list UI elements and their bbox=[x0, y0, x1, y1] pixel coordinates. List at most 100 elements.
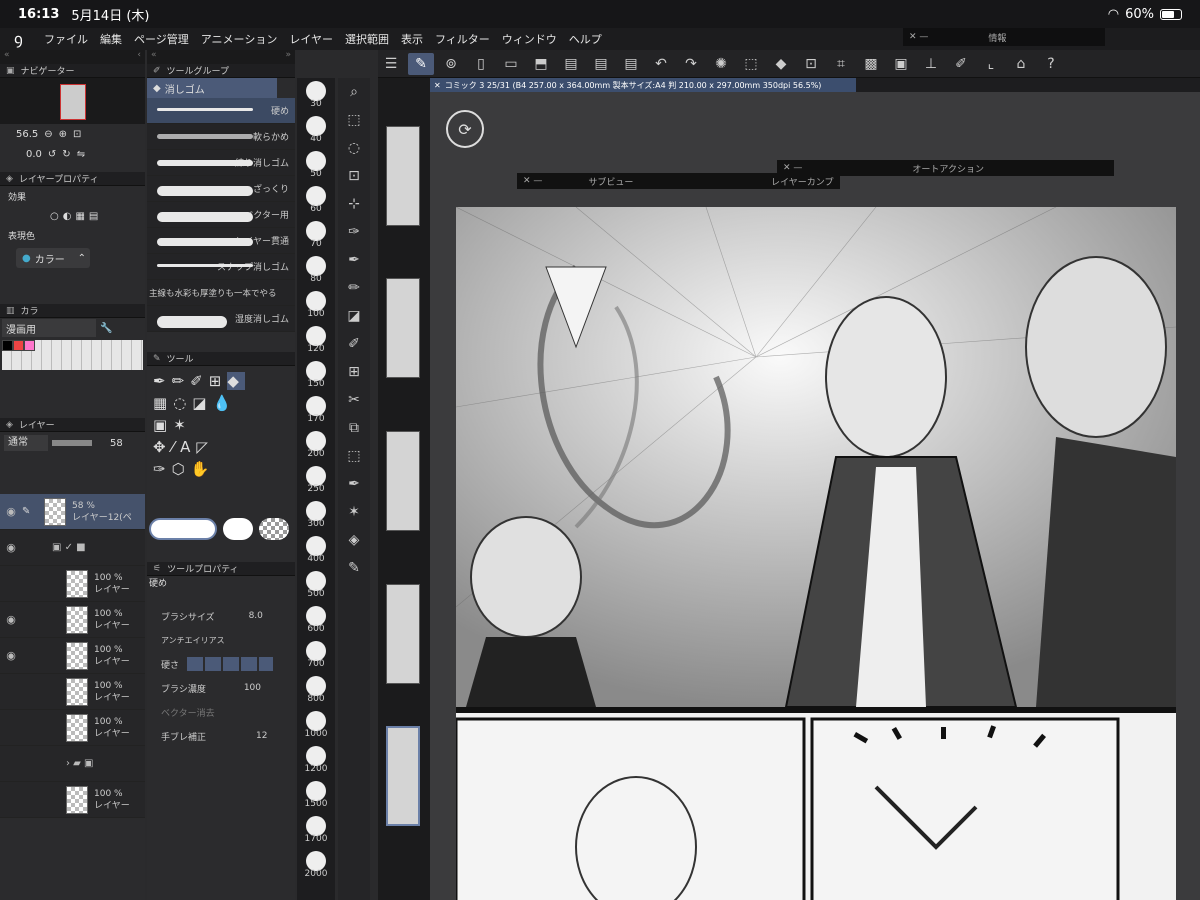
size-item[interactable]: 170 bbox=[297, 393, 335, 428]
eye-icon[interactable]: ◉ bbox=[0, 613, 22, 626]
size-item[interactable]: 150 bbox=[297, 358, 335, 393]
learn-icon[interactable]: ⌂ bbox=[1008, 53, 1034, 75]
menu-edit[interactable]: 編集 bbox=[100, 31, 122, 47]
pen2-icon[interactable]: ✒ bbox=[338, 470, 370, 498]
size-item[interactable]: 250 bbox=[297, 463, 335, 498]
lasso-icon[interactable]: ◌ bbox=[338, 134, 370, 162]
close-icon[interactable]: ✕ — bbox=[909, 32, 928, 42]
auto-select-icon[interactable]: ⊡ bbox=[338, 162, 370, 190]
new-file-icon[interactable]: ▯ bbox=[468, 53, 494, 75]
cut-icon[interactable]: ✂ bbox=[338, 386, 370, 414]
brush-item[interactable]: 硬め bbox=[147, 98, 295, 124]
stabilization-value[interactable]: 12 bbox=[256, 731, 267, 741]
manga-page[interactable] bbox=[454, 206, 1177, 900]
canvas-area[interactable]: ⟳ bbox=[430, 92, 1200, 900]
density-row[interactable]: ブラシ濃度 100 bbox=[147, 676, 295, 700]
opacity-value[interactable]: 58 bbox=[110, 438, 123, 449]
tool-preset[interactable]: 硬め bbox=[147, 576, 295, 604]
brush-item[interactable]: スナップ消しゴム bbox=[147, 254, 295, 280]
redo-icon[interactable]: ↷ bbox=[678, 53, 704, 75]
layer-row[interactable]: ◉ 100 % レイヤー bbox=[0, 602, 145, 638]
frame-icon[interactable]: ⊞ bbox=[209, 372, 228, 390]
size-item[interactable]: 100 bbox=[297, 288, 335, 323]
save-icon[interactable]: ⬒ bbox=[528, 53, 554, 75]
transform-icon[interactable]: ⌗ bbox=[828, 53, 854, 75]
size-item[interactable]: 1200 bbox=[297, 743, 335, 778]
page-thumbnail[interactable] bbox=[386, 584, 420, 684]
clear-icon[interactable]: ⬚ bbox=[738, 53, 764, 75]
pencil-icon[interactable]: ✏ bbox=[172, 372, 191, 390]
export-jpg-icon[interactable]: ▤ bbox=[558, 53, 584, 75]
size-item[interactable]: 500 bbox=[297, 568, 335, 603]
rotate-right-icon[interactable]: ↻ bbox=[62, 149, 70, 160]
brush-item[interactable]: 主線も水彩も厚塗りも一本でやる bbox=[147, 280, 295, 306]
menu-help[interactable]: ヘルプ bbox=[569, 31, 602, 47]
swatch-black[interactable] bbox=[2, 340, 13, 351]
size-item[interactable]: 1700 bbox=[297, 813, 335, 848]
swatch-red[interactable] bbox=[13, 340, 24, 351]
rotate-left-icon[interactable]: ↺ bbox=[48, 149, 56, 160]
brush-item[interactable]: レイヤー貫通 bbox=[147, 228, 295, 254]
tool-grid[interactable]: ✒✏✐⊞◆ ▦◌◪💧 ▣✶ ✥⁄A◸ ✑⬡✋ bbox=[147, 366, 295, 516]
pen-icon[interactable]: ✒ bbox=[153, 372, 172, 390]
select-area-icon[interactable]: ⬚ bbox=[338, 106, 370, 134]
menu-page[interactable]: ページ管理 bbox=[134, 31, 189, 47]
balloon-icon[interactable]: ◸ bbox=[196, 438, 214, 456]
help-icon[interactable]: ? bbox=[1038, 53, 1064, 75]
expression-color-select[interactable]: ● カラー ⌃ bbox=[16, 248, 90, 268]
line-icon[interactable]: ⌞ bbox=[978, 53, 1004, 75]
transparent-color-chip[interactable] bbox=[259, 518, 289, 540]
size-item[interactable]: 700 bbox=[297, 638, 335, 673]
page-thumbnail[interactable] bbox=[386, 431, 420, 531]
open-icon[interactable]: ▭ bbox=[498, 53, 524, 75]
selection-icon[interactable]: ⬚ bbox=[338, 442, 370, 470]
brush-size-row[interactable]: ブラシサイズ 8.0 bbox=[147, 604, 295, 628]
app-logo-icon[interactable]: ꝯ bbox=[14, 30, 32, 48]
marker-icon[interactable]: ✎ bbox=[338, 554, 370, 582]
pencil-icon[interactable]: ✏ bbox=[338, 274, 370, 302]
line-icon[interactable]: ⁄ bbox=[172, 438, 181, 456]
lasso-icon[interactable]: ◌ bbox=[173, 394, 192, 412]
eraser-icon[interactable]: ◆ bbox=[227, 372, 245, 390]
layer-row[interactable]: ◉ ✎ 58 % レイヤー12(ペ bbox=[0, 494, 145, 530]
rotation-value[interactable]: 0.0 bbox=[26, 149, 42, 160]
brush-item[interactable]: ざっくり bbox=[147, 176, 295, 202]
subview-window[interactable]: ✕ — サブビュー bbox=[517, 173, 725, 189]
hardness-row[interactable]: 硬さ bbox=[147, 652, 295, 676]
tone-icon[interactable]: ▦ bbox=[153, 394, 173, 412]
page-thumbnail-active[interactable] bbox=[386, 726, 420, 826]
effect-pattern-icon[interactable]: ▦ bbox=[75, 211, 84, 222]
panel-collapse-bar[interactable]: «» bbox=[147, 50, 295, 64]
main-color-chip[interactable] bbox=[149, 518, 217, 540]
eye-icon[interactable]: ◉ bbox=[0, 505, 22, 518]
density-value[interactable]: 100 bbox=[244, 683, 261, 693]
brush-item[interactable]: 湿度消しゴム bbox=[147, 306, 295, 332]
fill-icon[interactable]: ◆ bbox=[768, 53, 794, 75]
brush-icon[interactable]: ✐ bbox=[338, 330, 370, 358]
color-swatches[interactable] bbox=[2, 340, 143, 370]
rotate-reset-icon[interactable]: ⟳ bbox=[446, 110, 484, 148]
menu-window[interactable]: ウィンドウ bbox=[502, 31, 557, 47]
size-item[interactable]: 300 bbox=[297, 498, 335, 533]
fill-icon[interactable]: ◪ bbox=[338, 302, 370, 330]
effect-border-icon[interactable]: ○ bbox=[50, 211, 59, 222]
color-set-select[interactable]: 漫画用 bbox=[2, 319, 96, 337]
page-thumbnail[interactable] bbox=[386, 126, 420, 226]
edit-icon[interactable]: ✎ bbox=[408, 52, 434, 75]
size-item[interactable]: 30 bbox=[297, 78, 335, 113]
size-item[interactable]: 120 bbox=[297, 323, 335, 358]
navigator-preview[interactable] bbox=[0, 78, 145, 124]
menu-file[interactable]: ファイル bbox=[44, 31, 88, 47]
menu-animation[interactable]: アニメーション bbox=[201, 31, 278, 47]
menu-filter[interactable]: フィルター bbox=[435, 31, 490, 47]
size-item[interactable]: 50 bbox=[297, 148, 335, 183]
menu-layer[interactable]: レイヤー bbox=[289, 31, 333, 47]
opacity-slider[interactable] bbox=[52, 440, 92, 446]
size-item[interactable]: 1500 bbox=[297, 778, 335, 813]
brush-size-palette[interactable]: 30 40 50 60 70 80 100 120 150 170 200 25… bbox=[297, 78, 335, 900]
page-thumbnail[interactable] bbox=[386, 278, 420, 378]
eyedropper-icon[interactable]: ✑ bbox=[153, 460, 172, 478]
layer-row[interactable]: 100 % レイヤー bbox=[0, 782, 145, 818]
antialias-row[interactable]: アンチエイリアス bbox=[147, 628, 295, 652]
eraser-tool-group[interactable]: ◆ 消しゴム bbox=[147, 78, 277, 98]
